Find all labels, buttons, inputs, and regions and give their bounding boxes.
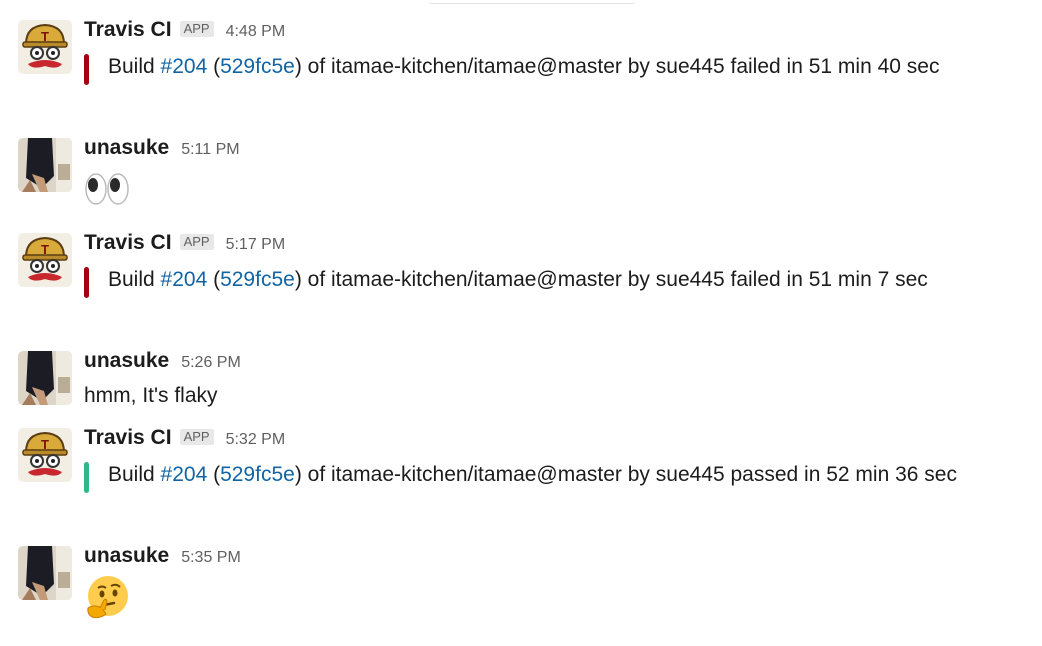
sender-name[interactable]: Travis CI <box>84 231 172 255</box>
status-bar-failed <box>84 54 89 85</box>
timestamp[interactable]: 4:48 PM <box>226 23 286 41</box>
build-number-link[interactable]: #204 <box>161 55 208 78</box>
commit-link[interactable]: 529fc5e <box>220 268 295 291</box>
message-text: hmm, It's flaky <box>84 384 218 407</box>
paren-open: ( <box>207 268 221 291</box>
sender-name[interactable]: unasuke <box>84 349 169 373</box>
svg-text:T: T <box>41 437 49 452</box>
status-bar-passed <box>84 462 89 493</box>
timestamp[interactable]: 5:32 PM <box>226 431 286 449</box>
unasuke-avatar[interactable] <box>18 546 72 600</box>
paren-open: ( <box>207 463 221 486</box>
top-divider <box>428 0 636 4</box>
build-prefix: Build <box>108 463 161 486</box>
eyes-emoji <box>84 166 130 212</box>
sender-name[interactable]: unasuke <box>84 136 169 160</box>
build-prefix: Build <box>108 55 161 78</box>
paren-open: ( <box>207 55 221 78</box>
travis-ci-avatar[interactable]: T <box>18 20 72 74</box>
unasuke-avatar[interactable] <box>18 138 72 192</box>
svg-text:T: T <box>41 242 49 257</box>
svg-text:T: T <box>41 29 49 44</box>
build-attachment: Build #204 (529fc5e) of itamae-kitchen/i… <box>84 458 968 493</box>
status-bar-failed <box>84 267 89 298</box>
thinking-face-emoji <box>84 574 130 620</box>
unasuke-avatar[interactable] <box>18 351 72 405</box>
commit-link[interactable]: 529fc5e <box>220 55 295 78</box>
timestamp[interactable]: 5:35 PM <box>181 549 241 567</box>
build-number-link[interactable]: #204 <box>161 268 208 291</box>
paren-close: ) <box>294 55 302 78</box>
app-badge: APP <box>179 21 214 37</box>
timestamp[interactable]: 5:17 PM <box>226 236 286 254</box>
paren-close: ) <box>294 463 302 486</box>
commit-link[interactable]: 529fc5e <box>220 463 295 486</box>
timestamp[interactable]: 5:26 PM <box>181 354 241 372</box>
build-description: of itamae-kitchen/itamae@master by sue44… <box>301 55 940 78</box>
travis-ci-avatar[interactable]: T <box>18 233 72 287</box>
sender-name[interactable]: Travis CI <box>84 18 172 42</box>
build-attachment: Build #204 (529fc5e) of itamae-kitchen/i… <box>84 50 968 85</box>
app-badge: APP <box>179 429 214 445</box>
build-description: of itamae-kitchen/itamae@master by sue44… <box>301 268 928 291</box>
build-number-link[interactable]: #204 <box>161 463 208 486</box>
travis-ci-avatar[interactable]: T <box>18 428 72 482</box>
build-description: of itamae-kitchen/itamae@master by sue44… <box>301 463 957 486</box>
paren-close: ) <box>294 268 302 291</box>
sender-name[interactable]: unasuke <box>84 544 169 568</box>
build-prefix: Build <box>108 268 161 291</box>
app-badge: APP <box>179 234 214 250</box>
timestamp[interactable]: 5:11 PM <box>181 141 239 159</box>
build-attachment: Build #204 (529fc5e) of itamae-kitchen/i… <box>84 263 968 298</box>
sender-name[interactable]: Travis CI <box>84 426 172 450</box>
